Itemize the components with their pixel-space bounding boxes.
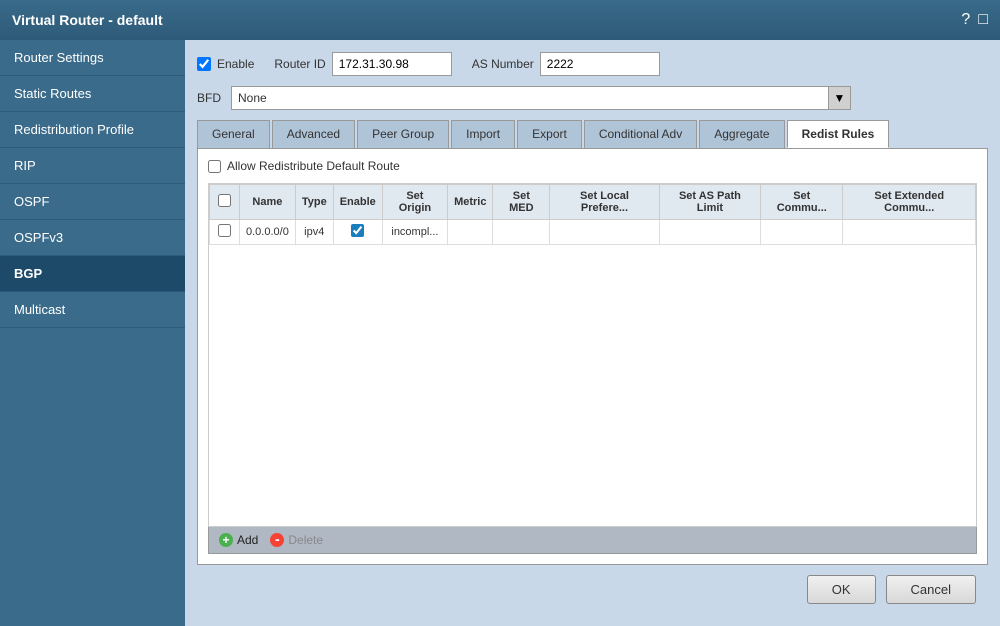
enable-section: Enable: [197, 57, 254, 71]
bfd-select-value: None: [232, 88, 828, 108]
tab-aggregate[interactable]: Aggregate: [699, 120, 784, 148]
help-icon[interactable]: ?: [961, 11, 970, 29]
tab-advanced[interactable]: Advanced: [272, 120, 355, 148]
sidebar-item-multicast[interactable]: Multicast: [0, 292, 185, 328]
bfd-dropdown-arrow[interactable]: ▼: [828, 87, 850, 109]
bfd-label: BFD: [197, 91, 221, 105]
sidebar-item-router-settings[interactable]: Router Settings: [0, 40, 185, 76]
sidebar-item-rip[interactable]: RIP: [0, 148, 185, 184]
row-set-extended-commu-cell: [843, 220, 976, 245]
delete-button[interactable]: - Delete: [270, 533, 323, 547]
col-header-set-origin: Set Origin: [382, 185, 447, 220]
as-number-label: AS Number: [472, 57, 534, 71]
sidebar-item-ospf[interactable]: OSPF: [0, 184, 185, 220]
col-header-set-as-path-limit: Set AS Path Limit: [659, 185, 760, 220]
top-controls: Enable Router ID AS Number: [197, 52, 988, 76]
tab-export[interactable]: Export: [517, 120, 582, 148]
maximize-icon[interactable]: □: [978, 11, 988, 29]
sidebar-item-bgp[interactable]: BGP: [0, 256, 185, 292]
bfd-select[interactable]: None ▼: [231, 86, 851, 110]
select-all-checkbox[interactable]: [218, 194, 231, 207]
tab-import[interactable]: Import: [451, 120, 515, 148]
remove-icon: -: [270, 533, 284, 547]
col-header-set-commu: Set Commu...: [761, 185, 843, 220]
bottom-buttons: OK Cancel: [197, 565, 988, 614]
row-enable-checkbox[interactable]: [351, 224, 364, 237]
title-bar: Virtual Router - default ? □: [0, 0, 1000, 40]
allow-redistribute-label: Allow Redistribute Default Route: [227, 159, 400, 173]
table-header-row: Name Type Enable Set Origin Metric Set M…: [210, 185, 976, 220]
tab-peer-group[interactable]: Peer Group: [357, 120, 449, 148]
router-id-section: Router ID: [274, 52, 451, 76]
table-body: 0.0.0.0/0 ipv4 incompl...: [210, 220, 976, 245]
tab-general[interactable]: General: [197, 120, 270, 148]
tab-redist-rules[interactable]: Redist Rules: [787, 120, 890, 148]
main-layout: Router Settings Static Routes Redistribu…: [0, 40, 1000, 626]
col-header-name: Name: [240, 185, 296, 220]
add-icon: +: [219, 533, 233, 547]
tab-conditional-adv[interactable]: Conditional Adv: [584, 120, 697, 148]
bfd-row: BFD None ▼: [197, 86, 988, 110]
as-number-input[interactable]: [540, 52, 660, 76]
redist-rules-table: Name Type Enable Set Origin Metric Set M…: [209, 184, 976, 245]
row-name-cell: 0.0.0.0/0: [240, 220, 296, 245]
title-bar-icons: ? □: [961, 11, 988, 29]
enable-checkbox[interactable]: [197, 57, 211, 71]
row-metric-cell: [448, 220, 493, 245]
cancel-button[interactable]: Cancel: [886, 575, 976, 604]
table-row: 0.0.0.0/0 ipv4 incompl...: [210, 220, 976, 245]
row-set-med-cell: [493, 220, 550, 245]
row-type-cell: ipv4: [295, 220, 333, 245]
col-header-set-local-pref: Set Local Prefere...: [550, 185, 660, 220]
row-select-cell: [210, 220, 240, 245]
ok-button[interactable]: OK: [807, 575, 876, 604]
table-container: Name Type Enable Set Origin Metric Set M…: [208, 183, 977, 527]
enable-label: Enable: [217, 57, 254, 71]
router-id-input[interactable]: [332, 52, 452, 76]
col-header-checkbox: [210, 185, 240, 220]
row-set-local-pref-cell: [550, 220, 660, 245]
sidebar-item-static-routes[interactable]: Static Routes: [0, 76, 185, 112]
col-header-set-extended-commu: Set Extended Commu...: [843, 185, 976, 220]
toolbar: + Add - Delete: [208, 527, 977, 554]
row-set-origin-cell: incompl...: [382, 220, 447, 245]
tabs-container: General Advanced Peer Group Import Expor…: [197, 120, 988, 149]
row-set-commu-cell: [761, 220, 843, 245]
col-header-enable: Enable: [333, 185, 382, 220]
col-header-type: Type: [295, 185, 333, 220]
panel: Allow Redistribute Default Route Name Ty…: [197, 149, 988, 565]
delete-label: Delete: [288, 533, 323, 547]
col-header-metric: Metric: [448, 185, 493, 220]
content-area: Enable Router ID AS Number BFD None ▼ Ge…: [185, 40, 1000, 626]
row-select-checkbox[interactable]: [218, 224, 231, 237]
sidebar-item-ospfv3[interactable]: OSPFv3: [0, 220, 185, 256]
row-enable-cell: [333, 220, 382, 245]
col-header-set-med: Set MED: [493, 185, 550, 220]
sidebar: Router Settings Static Routes Redistribu…: [0, 40, 185, 626]
row-set-as-path-limit-cell: [659, 220, 760, 245]
add-button[interactable]: + Add: [219, 533, 258, 547]
as-number-section: AS Number: [472, 52, 660, 76]
allow-redistribute-checkbox[interactable]: [208, 160, 221, 173]
router-id-label: Router ID: [274, 57, 325, 71]
add-label: Add: [237, 533, 258, 547]
window-title: Virtual Router - default: [12, 12, 163, 28]
sidebar-item-redistribution-profile[interactable]: Redistribution Profile: [0, 112, 185, 148]
allow-redistribute-section: Allow Redistribute Default Route: [208, 159, 977, 173]
